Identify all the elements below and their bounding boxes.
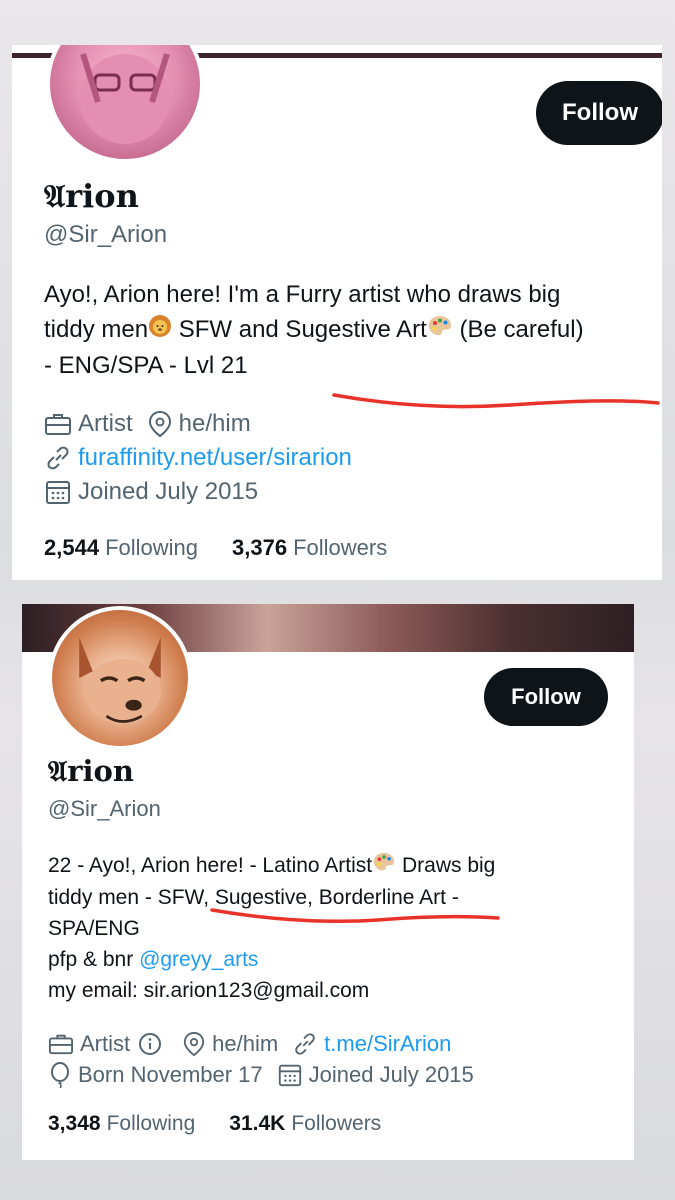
bio-line: 22 - Ayo!, Arion here! - Latino Artist D… — [48, 850, 608, 882]
joined-item: Joined July 2015 — [277, 1062, 474, 1088]
category-text: Artist — [78, 410, 133, 437]
followers-label: Followers — [293, 535, 388, 560]
mention-link[interactable]: @greyy_arts — [139, 948, 258, 971]
location-item: he/him — [182, 1031, 278, 1057]
followers-label: Followers — [291, 1112, 382, 1135]
avatar-image — [79, 637, 161, 725]
bio-line: - ENG/SPA - Lvl 21 — [44, 352, 248, 380]
display-name: 𝔄rion — [48, 754, 134, 788]
following-count: 2,544 — [44, 535, 100, 560]
profile-bio: Ayo!, Arion here! I'm a Furry artist who… — [44, 277, 662, 383]
profile-card-new: Follow 𝔄rion @Sir_Arion 22 - Ayo!, Arion… — [22, 604, 634, 1160]
location-text: he/him — [178, 410, 251, 437]
follow-stats: 2,544 Following 3,376 Followers — [44, 535, 421, 561]
category-item: Artist — [44, 410, 133, 438]
birthday-item: Born November 17 — [48, 1061, 263, 1088]
calendar-icon — [46, 481, 70, 504]
joined-text: Joined July 2015 — [308, 1061, 474, 1087]
follow-stats: 3,348 Following 31.4K Followers — [48, 1112, 415, 1136]
profile-card-old: Follow 𝔄rion @Sir_Arion Ayo!, Arion here… — [12, 45, 662, 580]
following-stat[interactable]: 2,544 Following — [44, 535, 198, 561]
follow-button[interactable]: Follow — [484, 668, 608, 726]
avatar[interactable] — [46, 45, 204, 163]
location-pin-icon — [183, 1031, 205, 1056]
location-item: he/him — [147, 410, 251, 438]
bio-line: pfp & bnr @greyy_arts — [48, 944, 608, 975]
link-icon — [47, 446, 69, 470]
category-text: Artist — [80, 1030, 131, 1056]
joined-text: Joined July 2015 — [78, 478, 259, 505]
lion-emoji-icon — [148, 313, 172, 348]
joined-item: Joined July 2015 — [44, 478, 258, 506]
following-stat[interactable]: 3,348 Following — [48, 1112, 195, 1136]
following-label: Following — [105, 535, 198, 560]
avatar[interactable] — [48, 606, 192, 750]
bio-line: SPA/ENG — [48, 916, 140, 940]
bio-text: (Be careful) — [452, 316, 584, 343]
profile-meta: Artist he/him t.me/SirArion Born Novembe… — [48, 1028, 488, 1090]
palette-emoji-icon — [372, 851, 396, 882]
briefcase-icon — [45, 414, 71, 435]
birthday-text: Born November 17 — [78, 1061, 263, 1087]
location-pin-icon — [148, 410, 171, 438]
display-name: 𝔄rion — [44, 177, 139, 215]
palette-emoji-icon — [427, 313, 453, 348]
bio-line: tiddy men SFW and Sugestive Art (Be care… — [44, 312, 662, 348]
avatar-image — [80, 53, 170, 144]
briefcase-icon — [49, 1034, 73, 1054]
bio-text: 22 - Ayo!, Arion here! - Latino Artist — [48, 854, 373, 877]
website-item[interactable]: t.me/SirArion — [292, 1031, 451, 1057]
category-item: Artist — [48, 1031, 168, 1057]
website-item[interactable]: furaffinity.net/user/sirarion — [44, 444, 352, 472]
bio-line: Ayo!, Arion here! I'm a Furry artist who… — [44, 281, 561, 308]
username-handle: @Sir_Arion — [48, 796, 161, 821]
website-link[interactable]: t.me/SirArion — [324, 1031, 451, 1057]
bio-text: Draws big — [396, 854, 496, 877]
bio-text: pfp & bnr — [48, 947, 140, 971]
info-icon[interactable] — [138, 1032, 162, 1056]
profile-meta: Artist he/him furaffinity.net/user/sirar… — [44, 407, 366, 509]
follow-button[interactable]: Follow — [536, 81, 662, 145]
bio-text: SFW and Sugestive Art — [172, 316, 427, 343]
following-count: 3,348 — [48, 1112, 101, 1135]
balloon-icon — [51, 1061, 69, 1088]
website-link[interactable]: furaffinity.net/user/sirarion — [78, 444, 352, 472]
red-underline-annotation — [332, 393, 660, 409]
followers-count: 31.4K — [229, 1112, 286, 1135]
followers-count: 3,376 — [232, 535, 288, 560]
username-handle: @Sir_Arion — [44, 221, 168, 248]
following-label: Following — [106, 1112, 196, 1135]
bio-line: tiddy men - SFW, Sugestive, Borderline A… — [48, 885, 459, 909]
followers-stat[interactable]: 31.4K Followers — [229, 1112, 381, 1136]
bio-line: my email: sir.arion123@gmail.com — [48, 978, 370, 1002]
followers-stat[interactable]: 3,376 Followers — [232, 535, 387, 561]
link-icon — [295, 1032, 315, 1055]
calendar-icon — [278, 1064, 301, 1086]
location-text: he/him — [212, 1030, 279, 1056]
bio-text: tiddy men — [44, 316, 149, 343]
profile-bio: 22 - Ayo!, Arion here! - Latino Artist D… — [48, 850, 608, 1006]
